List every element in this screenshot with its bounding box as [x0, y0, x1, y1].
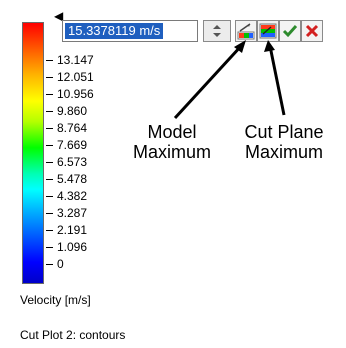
legend-tick: 9.860: [46, 105, 87, 117]
tick-label: 4.382: [57, 189, 88, 203]
model-maximum-button[interactable]: [235, 20, 257, 42]
annotation-cut-plane-maximum: Cut Plane Maximum: [232, 122, 336, 162]
max-value-text: 15.3378119 m/s: [65, 23, 164, 39]
tick-label: 12.051: [57, 70, 94, 84]
legend-tick: 12.051: [46, 71, 94, 83]
annotation-line: Cut Plane: [244, 122, 324, 142]
legend-tick: 1.096: [46, 241, 87, 253]
annotation-line: Model: [147, 122, 197, 142]
tick-label: 1.096: [57, 240, 88, 254]
close-icon: [305, 24, 319, 38]
legend-tick: 13.147: [46, 54, 94, 66]
legend-tick: 4.382: [46, 190, 87, 202]
model-maximum-icon: [237, 23, 255, 40]
cancel-button[interactable]: [301, 20, 323, 42]
arrow-to-cut-plane-maximum: [268, 45, 286, 116]
check-icon: [282, 25, 298, 38]
legend-tick: 6.573: [46, 156, 87, 168]
legend-tick: 10.956: [46, 88, 94, 100]
tick-label: 10.956: [57, 87, 94, 101]
annotation-line: Maximum: [244, 142, 323, 162]
tick-label: 13.147: [57, 53, 94, 67]
value-spinner[interactable]: [203, 20, 231, 42]
tick-label: 0: [57, 257, 64, 271]
tick-label: 3.287: [57, 206, 88, 220]
max-value-field[interactable]: 15.3378119 m/s: [62, 20, 198, 42]
tick-label: 8.764: [57, 121, 88, 135]
legend-tick: 5.478: [46, 173, 87, 185]
annotation-line: Maximum: [132, 142, 211, 162]
legend-tick: 3.287: [46, 207, 87, 219]
legend-tick: 2.191: [46, 224, 87, 236]
cut-plane-maximum-icon: [259, 23, 277, 39]
tick-label: 9.860: [57, 104, 88, 118]
velocity-color-bar: [22, 22, 44, 284]
legend-tick: 8.764: [46, 122, 87, 134]
annotation-model-maximum: Model Maximum: [128, 122, 216, 162]
tick-label: 7.669: [57, 138, 88, 152]
legend-tick: 0: [46, 258, 64, 270]
unit-label: Velocity [m/s]: [20, 293, 91, 307]
spin-down-icon[interactable]: [213, 33, 221, 37]
plot-title: Cut Plot 2: contours: [20, 328, 126, 342]
cut-plane-maximum-button[interactable]: [257, 20, 279, 42]
ok-button[interactable]: [279, 20, 301, 42]
arrow-to-model-maximum: [173, 43, 244, 120]
tick-label: 2.191: [57, 223, 88, 237]
tick-label: 6.573: [57, 155, 88, 169]
spin-up-icon[interactable]: [213, 25, 221, 29]
legend-tick: 7.669: [46, 139, 87, 151]
tick-label: 5.478: [57, 172, 88, 186]
